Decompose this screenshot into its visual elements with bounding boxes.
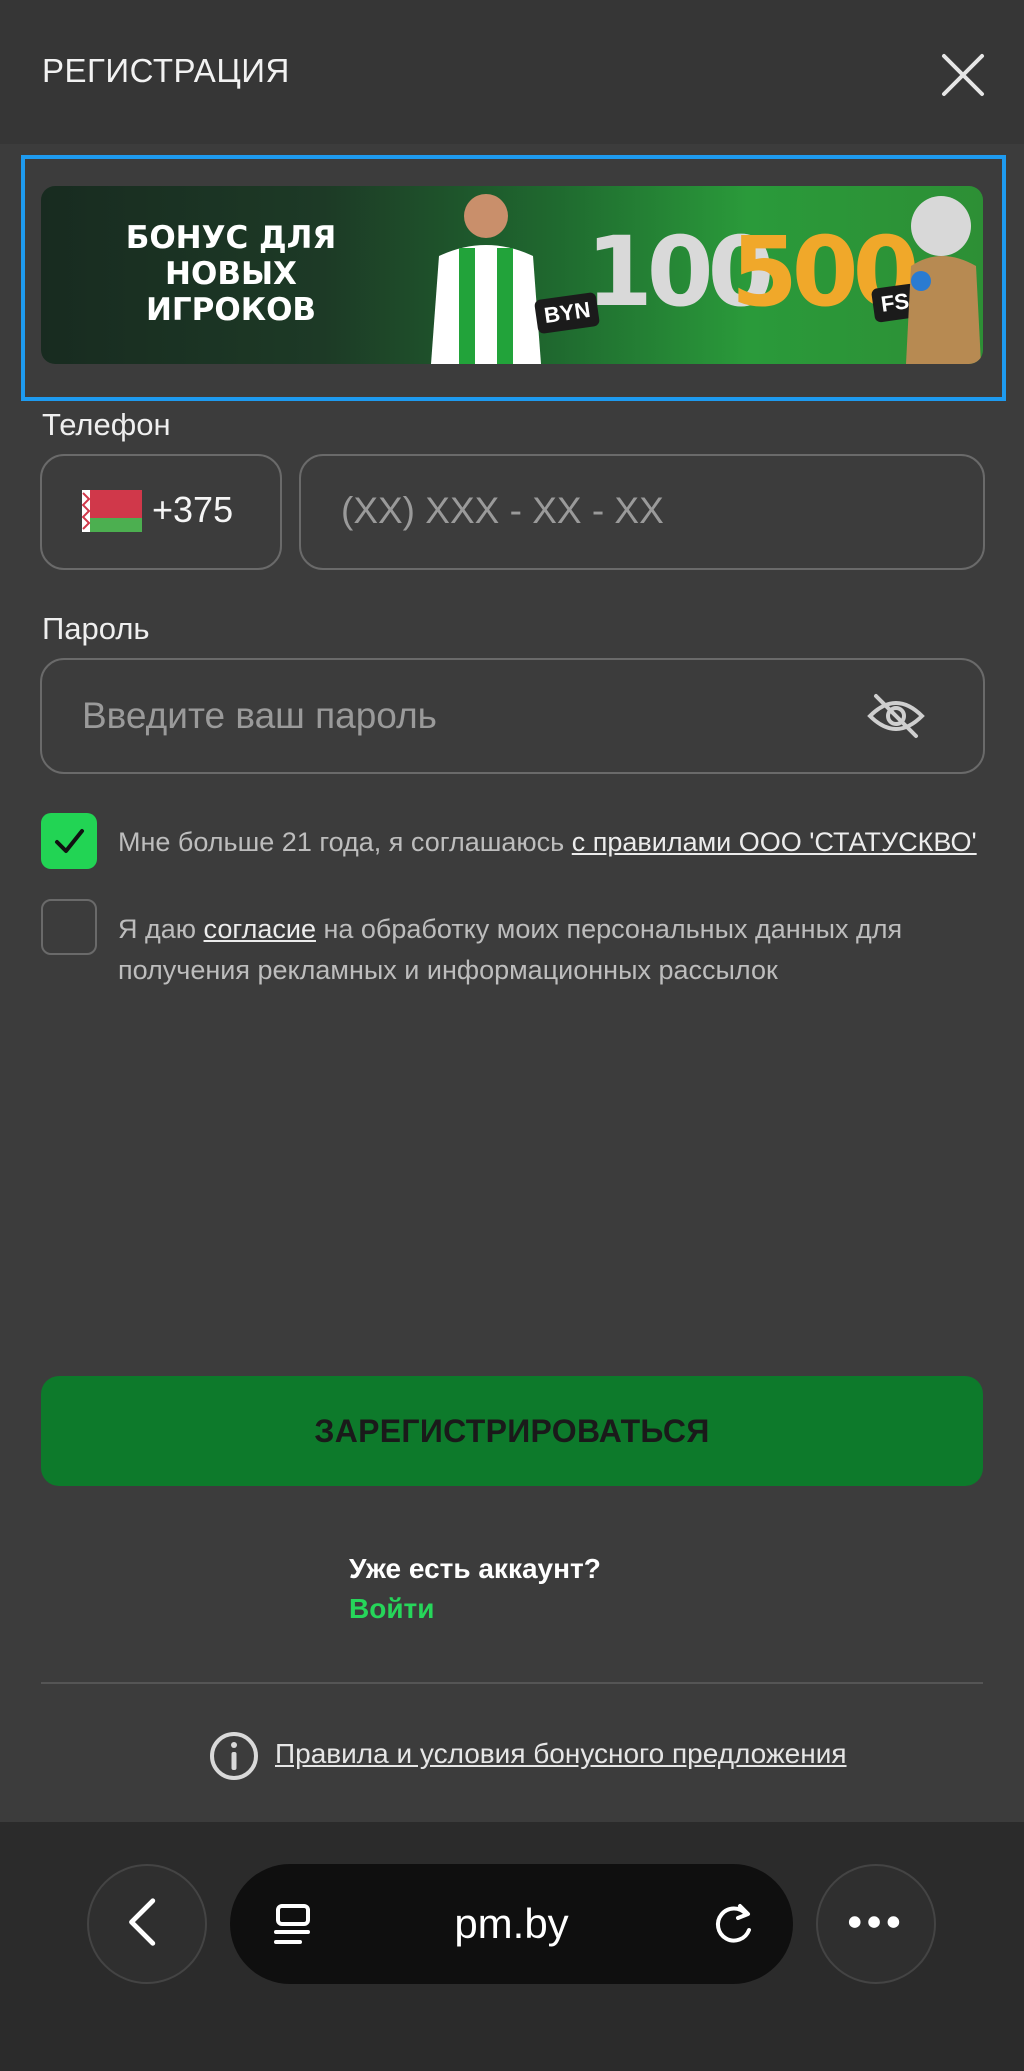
divider <box>41 1682 983 1684</box>
close-icon[interactable] <box>938 50 988 100</box>
has-account-text: Уже есть аккаунт? <box>349 1553 601 1584</box>
banner-text: БОНУС ДЛЯ НОВЫХ ИГРОКОВ <box>125 220 337 328</box>
marketing-consent-text: Я даю согласие на обработку моих персона… <box>118 909 918 991</box>
belarus-flag-icon <box>82 490 142 532</box>
chevron-left-icon <box>129 1898 156 1946</box>
address-bar[interactable]: pm.by <box>230 1864 793 1984</box>
zeus-image <box>906 196 981 364</box>
marketing-consent-prefix: Я даю <box>118 914 204 944</box>
modal-header: РЕГИСТРАЦИЯ <box>0 0 1024 144</box>
age-consent-checkbox[interactable] <box>41 813 97 869</box>
password-label: Пароль <box>42 611 150 646</box>
phone-label: Телефон <box>42 407 171 442</box>
info-icon <box>210 1732 258 1780</box>
login-link[interactable]: Войти <box>349 1593 434 1625</box>
country-code-value: +375 <box>152 489 234 530</box>
phone-placeholder: (XX) XXX - XX - XX <box>341 490 664 531</box>
bonus-banner[interactable]: БОНУС ДЛЯ НОВЫХ ИГРОКОВ 100 BYN 500 FS <box>41 186 983 364</box>
reload-icon[interactable] <box>710 1900 756 1948</box>
football-player-image <box>431 194 541 364</box>
bonus-rules-link[interactable]: Правила и условия бонусного предложения <box>275 1738 847 1770</box>
age-consent-label: Мне больше 21 года, я соглашаюсь <box>118 827 572 857</box>
url-text: pm.by <box>454 1900 569 1947</box>
more-options-button[interactable] <box>816 1864 936 1984</box>
back-button[interactable] <box>87 1864 207 1984</box>
age-consent-text: Мне больше 21 года, я соглашаюсь с прави… <box>118 822 998 863</box>
rules-company-link[interactable]: с правилами ООО 'СТАТУСКВО' <box>572 827 977 857</box>
checkmark-icon <box>55 829 84 853</box>
page-title: РЕГИСТРАЦИЯ <box>42 52 290 89</box>
consent-link[interactable]: согласие <box>204 914 316 944</box>
marketing-consent-checkbox[interactable] <box>41 899 97 955</box>
register-button[interactable]: ЗАРЕГИСТРИРОВАТЬСЯ <box>41 1376 983 1486</box>
eye-off-icon[interactable] <box>866 690 926 742</box>
password-placeholder: Введите ваш пароль <box>82 695 437 736</box>
more-dots-icon <box>848 1916 900 1928</box>
